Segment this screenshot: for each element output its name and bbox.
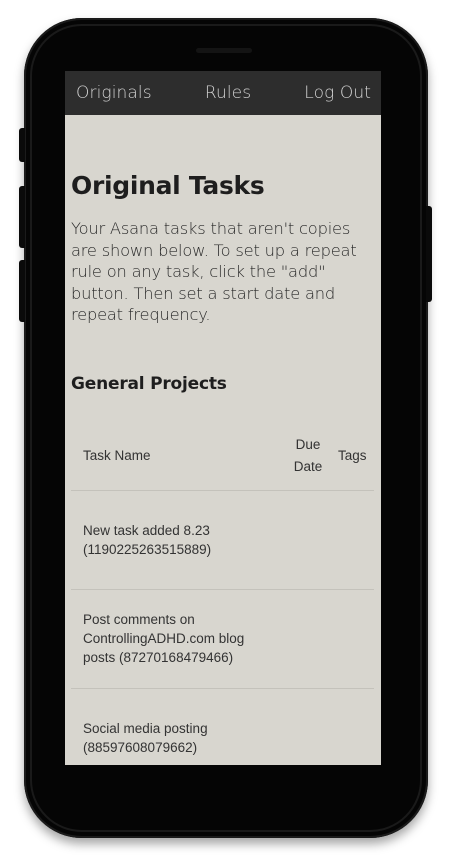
volume-down-button [19, 260, 25, 322]
nav-logout-link[interactable]: Log Out [304, 83, 371, 103]
task-tags-cell [334, 688, 374, 765]
task-tags-cell [334, 490, 374, 590]
task-due-cell [282, 589, 334, 689]
power-button [426, 206, 432, 302]
task-due-cell [282, 490, 334, 590]
nav-originals-link[interactable]: Originals [76, 83, 152, 103]
task-tags-cell [334, 589, 374, 689]
table-row[interactable]: Post comments on ControllingADHD.com blo… [71, 589, 374, 689]
mute-switch [19, 128, 25, 162]
table-row[interactable]: Social media posting (88597608079662) [71, 688, 374, 765]
tasks-table: Task Name Due Date Tags New task added 8… [71, 421, 374, 765]
task-due-cell [282, 688, 334, 765]
top-navbar: Originals Rules Log Out [65, 71, 381, 115]
volume-up-button [19, 186, 25, 248]
speaker-grille [196, 48, 252, 53]
task-name-cell: Post comments on ControllingADHD.com blo… [71, 589, 282, 689]
column-header-due-date: Due Date [282, 421, 334, 491]
main-content: Original Tasks Your Asana tasks that are… [65, 171, 381, 765]
table-row[interactable]: New task added 8.23 (1190225263515889) [71, 490, 374, 590]
task-name-cell: New task added 8.23 (1190225263515889) [71, 490, 282, 590]
nav-rules-link[interactable]: Rules [205, 83, 251, 103]
app-screen: Originals Rules Log Out Original Tasks Y… [65, 71, 381, 765]
column-header-task-name: Task Name [71, 421, 282, 491]
table-header-row: Task Name Due Date Tags [71, 421, 374, 491]
page-title: Original Tasks [71, 171, 265, 200]
column-header-tags: Tags [334, 421, 374, 491]
task-name-cell: Social media posting (88597608079662) [71, 688, 282, 765]
project-title: General Projects [71, 373, 227, 394]
intro-text: Your Asana tasks that aren't copies are … [71, 219, 357, 324]
